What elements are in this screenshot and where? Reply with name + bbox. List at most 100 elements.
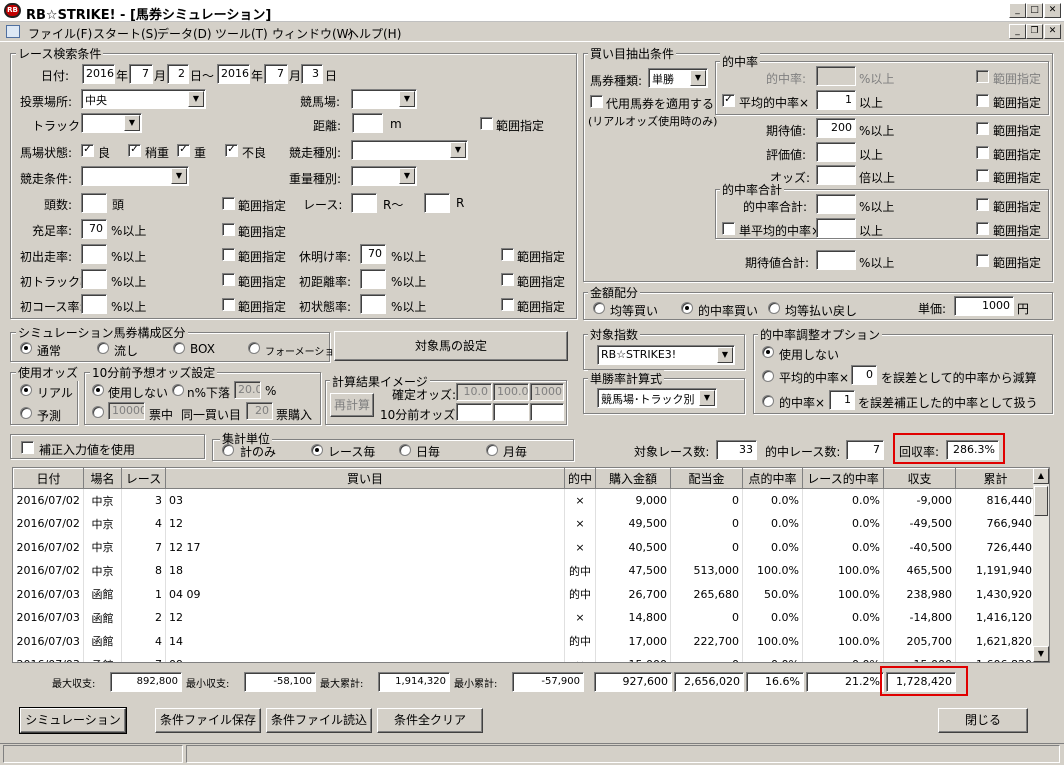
first-course-input[interactable] (81, 294, 107, 314)
first-dist-range-checkbox[interactable] (501, 273, 514, 286)
hit-rate-input[interactable] (816, 66, 856, 86)
odds-real-radio[interactable] (20, 384, 32, 396)
adjust-avg-input[interactable]: 0 (851, 365, 877, 385)
pre-drop-input[interactable]: 20.0 (234, 381, 261, 399)
table-row[interactable]: 2016/07/03函館709×15,00000.0%0.0%-15,0001,… (13, 653, 1036, 662)
simulate-button[interactable]: シミュレーション (20, 708, 126, 733)
menu-window[interactable]: ウィンドウ(W) (272, 25, 353, 42)
recalc-button[interactable]: 再計算 (330, 393, 374, 417)
column-header[interactable]: 収支 (883, 468, 956, 489)
money-equal-radio[interactable] (593, 302, 605, 314)
race-from-input[interactable] (351, 193, 377, 213)
table-row[interactable]: 2016/07/03 函館 2 12 × 14,800 0 0.0% 0.0% -14,800 1,… (13, 606, 1036, 630)
first-state-input[interactable] (360, 294, 386, 314)
distance-input[interactable] (352, 113, 383, 133)
hit-sum-range-checkbox[interactable] (976, 198, 989, 211)
first-run-input[interactable] (81, 244, 107, 264)
cond-slightly-heavy-checkbox[interactable]: ✓ (128, 144, 141, 157)
ticket-type-select[interactable]: 単勝 ▼ (648, 68, 708, 88)
weight-type-select[interactable]: ▼ (351, 166, 417, 186)
single-avg-range-checkbox[interactable] (976, 222, 989, 235)
pre-votes-buy-input[interactable]: 20 (246, 402, 273, 420)
unit-month-radio[interactable] (486, 444, 498, 456)
column-header[interactable]: 購入金額 (595, 468, 671, 489)
adjust-none-radio[interactable] (762, 346, 774, 358)
table-row[interactable]: 2016/07/03 函館 1 04 09 的中 26,700 265,680 50.0% 10… (13, 582, 1036, 606)
single-avg-input[interactable] (816, 218, 856, 238)
pre-votes-radio[interactable] (92, 406, 104, 418)
column-header[interactable]: 配当金 (670, 468, 743, 489)
close-icon[interactable]: ✕ (1044, 3, 1061, 18)
racecourse-select[interactable]: ▼ (351, 89, 417, 109)
avg-hit-checkbox[interactable]: ✓ (722, 94, 735, 107)
child-restore-icon[interactable]: ❐ (1026, 24, 1043, 39)
race-cond-select[interactable]: ▼ (81, 166, 189, 186)
pre-drop-radio[interactable] (172, 384, 184, 396)
first-track-input[interactable] (81, 269, 107, 289)
eval-input[interactable] (816, 142, 856, 162)
column-header[interactable]: 場名 (83, 468, 122, 489)
rest-range-checkbox[interactable] (501, 248, 514, 261)
venue-select[interactable]: 中央 ▼ (81, 89, 206, 109)
pre-votes-total-input[interactable]: 10000 (108, 402, 145, 420)
adjust-rate-input[interactable]: 1 (829, 390, 855, 410)
avg-hit-range-checkbox[interactable] (976, 94, 989, 107)
comp-box-radio[interactable] (173, 342, 185, 354)
maximize-icon[interactable]: □ (1026, 3, 1043, 18)
menu-start[interactable]: スタート(S) (93, 25, 158, 42)
column-header[interactable]: 的中 (564, 468, 596, 489)
clear-conditions-button[interactable]: 条件全クリア (377, 708, 483, 733)
hit-rate-range-checkbox[interactable] (976, 70, 989, 83)
track-select[interactable]: ▼ (81, 113, 142, 133)
first-track-range-checkbox[interactable] (222, 273, 235, 286)
column-header[interactable]: レース (121, 468, 166, 489)
table-row[interactable]: 2016/07/02 中京 3 03 × 9,000 0 0.0% 0.0% -9,000 816,… (13, 488, 1036, 512)
rest-input[interactable]: 70 (360, 244, 386, 264)
distance-range-checkbox[interactable] (480, 117, 493, 130)
save-conditions-button[interactable]: 条件ファイル保存 (155, 708, 261, 733)
child-minimize-icon[interactable]: _ (1009, 24, 1026, 39)
day-from-input[interactable]: 2 (167, 64, 189, 84)
hit-sum-input[interactable] (816, 194, 856, 214)
exp-sum-range-checkbox[interactable] (976, 254, 989, 267)
comp-flow-radio[interactable] (97, 342, 109, 354)
odds-cond-input[interactable] (816, 165, 856, 185)
scroll-down-icon[interactable]: ▼ (1033, 646, 1049, 662)
first-course-range-checkbox[interactable] (222, 298, 235, 311)
year-from-input[interactable]: 2016 (82, 64, 115, 84)
first-run-range-checkbox[interactable] (222, 248, 235, 261)
target-index-select[interactable]: RB☆STRIKE3! ▼ (597, 345, 735, 365)
fill-range-checkbox[interactable] (222, 223, 235, 236)
month-from-input[interactable]: 7 (129, 64, 153, 84)
avg-hit-input[interactable]: 1 (816, 90, 856, 110)
pre-not-use-radio[interactable] (92, 384, 104, 396)
year-to-input[interactable]: 2016 (217, 64, 250, 84)
money-hit-radio[interactable] (681, 302, 693, 314)
heads-range-checkbox[interactable] (222, 197, 235, 210)
single-avg-checkbox[interactable] (722, 222, 735, 235)
adjust-rate-radio[interactable] (762, 395, 774, 407)
proxy-checkbox[interactable] (590, 95, 603, 108)
menu-tools[interactable]: ツール(T) (215, 25, 268, 42)
menu-data[interactable]: データ(D) (157, 25, 212, 42)
menu-file[interactable]: ファイル(F) (28, 25, 92, 42)
heads-input[interactable] (81, 193, 107, 213)
scroll-up-icon[interactable]: ▲ (1033, 468, 1049, 484)
comp-normal-radio[interactable] (20, 342, 32, 354)
first-dist-input[interactable] (360, 269, 386, 289)
cond-heavy-checkbox[interactable]: ✓ (177, 144, 190, 157)
fill-input[interactable]: 70 (81, 219, 107, 239)
odds-cond-range-checkbox[interactable] (976, 169, 989, 182)
day-to-input[interactable]: 3 (301, 64, 323, 84)
correction-checkbox[interactable] (21, 441, 34, 454)
scroll-thumb[interactable] (1034, 486, 1048, 516)
win-calc-select[interactable]: 競馬場･トラック別 ▼ (597, 388, 717, 408)
race-to-input[interactable] (424, 193, 450, 213)
column-header[interactable]: レース的中率 (802, 468, 884, 489)
unit-day-radio[interactable] (399, 444, 411, 456)
month-to-input[interactable]: 7 (264, 64, 288, 84)
unit-total-radio[interactable] (222, 444, 234, 456)
money-payout-radio[interactable] (768, 302, 780, 314)
column-header[interactable]: 点的中率 (742, 468, 803, 489)
odds-predict-radio[interactable] (20, 407, 32, 419)
